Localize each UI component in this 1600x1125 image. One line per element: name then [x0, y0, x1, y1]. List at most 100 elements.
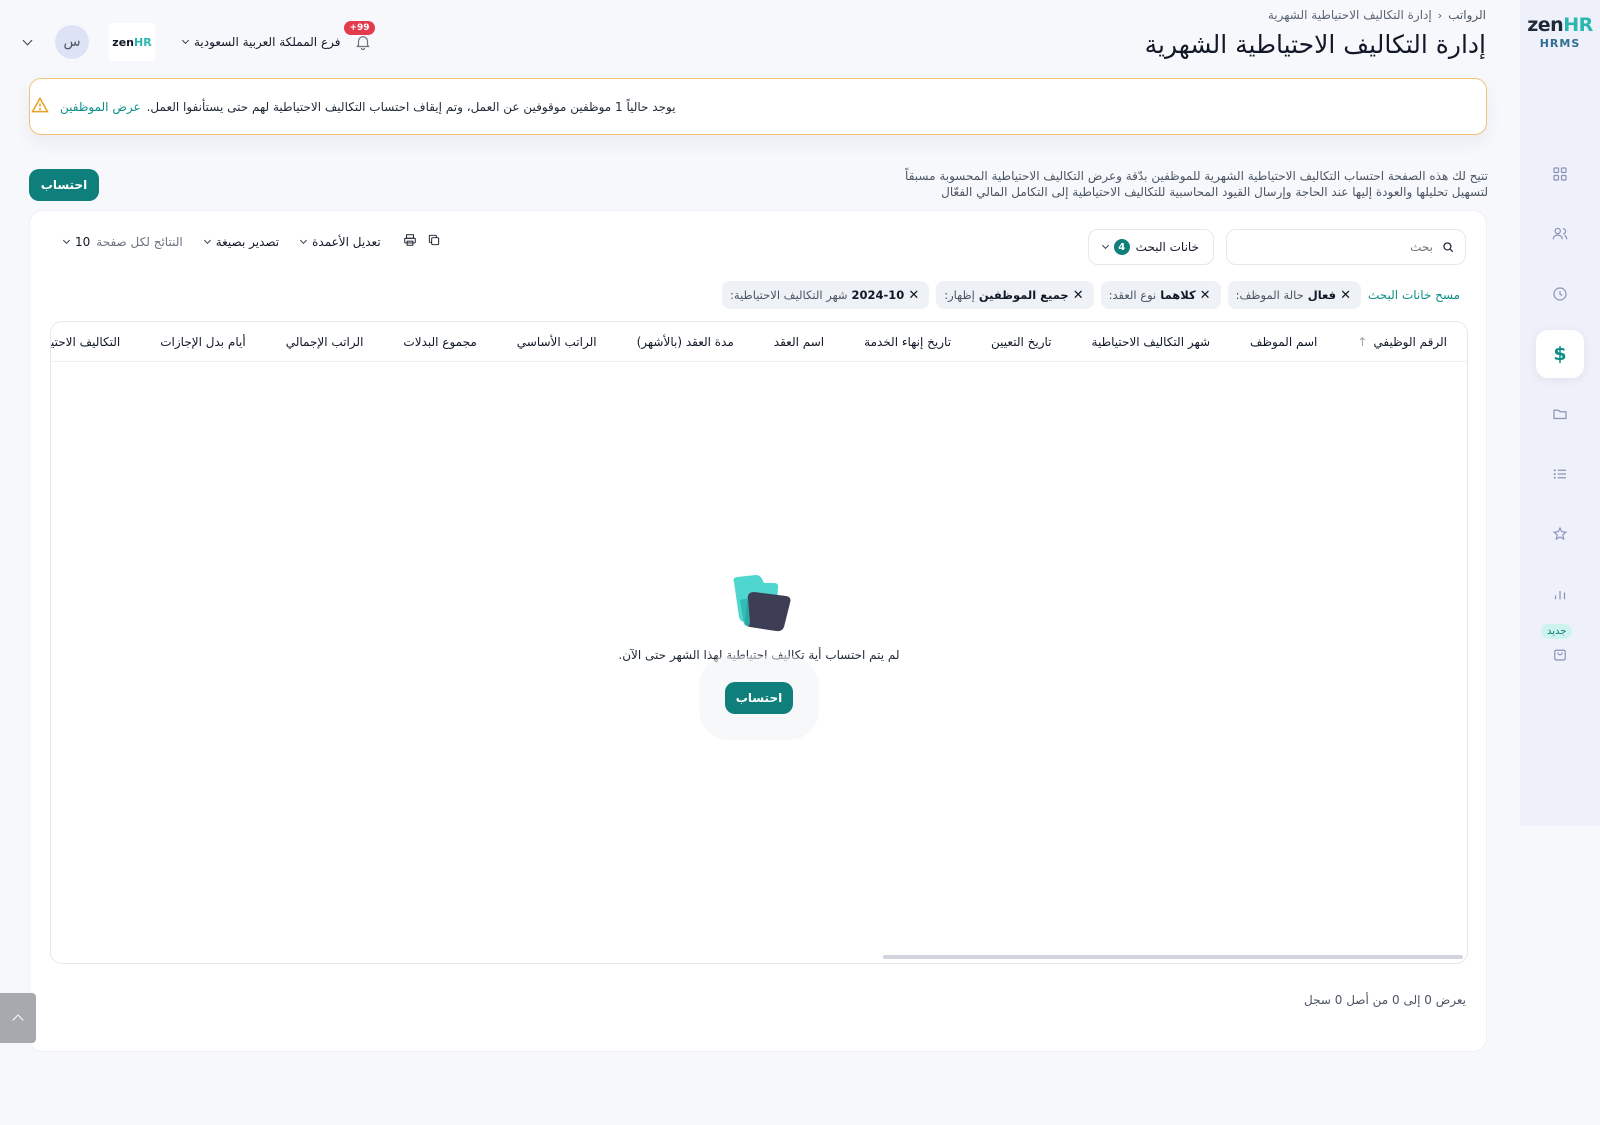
records-count: يعرض 0 إلى 0 من أصل 0 سجل	[1304, 993, 1466, 1007]
column-header[interactable]: الراتب الأساسي	[497, 335, 617, 349]
chevron-up-icon	[12, 1014, 24, 1026]
list-icon	[1553, 469, 1566, 479]
table-toolbar: النتائج لكل صفحة 10 تصدير بصيغة تعديل ال…	[62, 233, 441, 250]
chip-label: حالة الموظف:	[1235, 288, 1304, 302]
sidebar-item-employees[interactable]	[1536, 210, 1584, 258]
column-header[interactable]: الراتب الإجمالي	[266, 335, 384, 349]
chip-value: فعال	[1307, 288, 1337, 302]
table-header-row: الرقم الوظيفي ↑ اسم الموظف شهر التكاليف ا…	[51, 322, 1467, 362]
column-header[interactable]: مجموع البدلات	[383, 335, 496, 349]
search-input[interactable]	[1243, 240, 1433, 254]
close-icon[interactable]: ✕	[908, 288, 919, 303]
clear-filters-link[interactable]: مسح خانات البحث	[1368, 288, 1460, 302]
filters-count-badge: 4	[1113, 239, 1130, 255]
bar-chart-icon	[1554, 591, 1566, 600]
chip-value: جميع الموظفين	[978, 288, 1069, 302]
sidebar-item-attendance[interactable]	[1536, 270, 1584, 318]
export-dropdown[interactable]: تصدير بصيغة	[203, 234, 280, 249]
search-icon	[1443, 242, 1454, 253]
close-icon[interactable]: ✕	[1073, 288, 1084, 303]
sidebar: zenHR HRMS $ جديد	[1520, 0, 1600, 826]
filters-button[interactable]: خانات البحث 4	[1087, 229, 1214, 265]
breadcrumb-current: إدارة التكاليف الاحتياطية الشهرية	[1267, 8, 1432, 22]
chip-label: نوع العقد:	[1108, 288, 1157, 302]
column-header[interactable]: تاريخ التعيين	[971, 335, 1071, 349]
calculate-empty-button[interactable]: احتساب	[725, 682, 793, 714]
bag-icon	[1554, 649, 1566, 661]
avatar[interactable]: س	[55, 25, 89, 59]
clock-icon	[1553, 287, 1567, 301]
sidebar-item-payroll[interactable]: $	[1536, 330, 1584, 378]
users-icon	[1552, 227, 1568, 240]
chevron-down-icon	[203, 236, 211, 244]
chevron-down-icon[interactable]	[22, 35, 33, 45]
edit-columns-dropdown[interactable]: تعديل الأعمدة	[300, 234, 381, 249]
branch-label: فرع المملكة العربية السعودية	[194, 35, 341, 49]
scroll-to-top-button[interactable]	[0, 993, 36, 1043]
notifications-button[interactable]: +99	[344, 21, 380, 59]
calculate-button[interactable]: احتساب	[29, 169, 99, 201]
company-logo: zen HR	[109, 23, 155, 61]
column-header[interactable]: أيام بدل الإجازات	[140, 335, 265, 349]
column-header[interactable]: اسم الموظف	[1230, 335, 1337, 349]
chevron-down-icon	[300, 236, 308, 244]
sidebar-item-performance[interactable]	[1536, 510, 1584, 558]
data-table: الرقم الوظيفي ↑ اسم الموظف شهر التكاليف ا…	[50, 321, 1468, 964]
page-title: إدارة التكاليف الاحتياطية الشهرية	[1144, 30, 1486, 59]
chevron-down-icon	[62, 236, 71, 244]
column-header[interactable]: تاريخ إنهاء الخدمة	[844, 335, 971, 349]
sidebar-item-requests[interactable]	[1536, 450, 1584, 498]
print-icon	[403, 234, 416, 246]
filter-chip-contract-type: نوع العقد: كلاهما ✕	[1100, 281, 1221, 309]
view-employees-link[interactable]: عرض الموظفين	[60, 100, 141, 114]
sidebar-item-reports[interactable]	[1536, 570, 1584, 618]
active-filters: شهر التكاليف الاحتياطية: 2024-10 ✕ إظهار…	[722, 281, 1466, 309]
empty-folder-illustration	[733, 575, 791, 632]
close-icon[interactable]: ✕	[1200, 288, 1211, 303]
column-header[interactable]: الرقم الوظيفي ↑	[1337, 335, 1467, 349]
branch-selector[interactable]: فرع المملكة العربية السعودية	[181, 35, 341, 49]
breadcrumb-parent[interactable]: الرواتب	[1448, 8, 1486, 22]
warning-icon	[30, 95, 50, 118]
page-description: تتيح لك هذه الصفحة احتساب التكاليف الاحت…	[905, 169, 1488, 199]
sidebar-item-documents[interactable]	[1536, 390, 1584, 438]
column-header[interactable]: اسم العقد	[754, 335, 844, 349]
close-icon[interactable]: ✕	[1340, 288, 1351, 303]
brand-logo[interactable]: zenHR HRMS	[1520, 14, 1600, 50]
chevron-down-icon	[181, 36, 190, 45]
dollar-icon: $	[1553, 343, 1567, 365]
chip-label: إظهار:	[944, 288, 975, 302]
column-header[interactable]: مدة العقد (بالأشهر)	[617, 335, 754, 349]
notifications-badge: +99	[344, 21, 375, 35]
copy-icon	[428, 234, 439, 246]
horizontal-scrollbar[interactable]	[883, 955, 1463, 959]
empty-state-message: لم يتم احتساب أية تكاليف احتياطية لهذا ا…	[618, 648, 900, 662]
search-toolbar: خانات البحث 4	[1087, 229, 1466, 265]
per-page-value: 10	[75, 234, 91, 249]
chevron-down-icon	[1101, 241, 1109, 250]
filters-label: خانات البحث	[1135, 240, 1199, 254]
sidebar-item-store[interactable]	[1536, 630, 1584, 678]
column-header[interactable]: شهر التكاليف الاحتياطية	[1072, 335, 1231, 349]
export-label: تصدير بصيغة	[215, 234, 280, 249]
brand-wordmark: zenHR	[1527, 14, 1593, 36]
edit-columns-label: تعديل الأعمدة	[312, 234, 381, 249]
brand-product: HRMS	[1539, 37, 1581, 50]
filter-chip-month: شهر التكاليف الاحتياطية: 2024-10 ✕	[722, 281, 930, 309]
grid-icon	[1553, 167, 1567, 181]
sort-arrow-icon: ↑	[1357, 334, 1368, 349]
print-button[interactable]	[403, 233, 417, 250]
chip-value: كلاهما	[1160, 288, 1196, 302]
chip-label: شهر التكاليف الاحتياطية:	[730, 288, 848, 302]
suspended-employees-alert: يوجد حالياً 1 موظفين موقوفين عن العمل، و…	[29, 78, 1487, 135]
per-page-label: النتائج لكل صفحة	[96, 234, 183, 249]
empty-state: لم يتم احتساب أية تكاليف احتياطية لهذا ا…	[51, 572, 1467, 714]
sidebar-item-dashboard[interactable]	[1536, 150, 1584, 198]
filter-chip-show: إظهار: جميع الموظفين ✕	[936, 281, 1094, 309]
star-icon	[1552, 526, 1568, 541]
header-actions: س zen HR فرع المملكة العربية السعودية +99	[20, 21, 380, 62]
results-card: خانات البحث 4 النتائج لكل صفحة 10 تصدير …	[29, 210, 1487, 1052]
per-page-select[interactable]: النتائج لكل صفحة 10	[62, 234, 183, 249]
copy-button[interactable]	[427, 233, 441, 250]
column-header[interactable]: التكاليف الاحتياطية	[51, 335, 140, 349]
